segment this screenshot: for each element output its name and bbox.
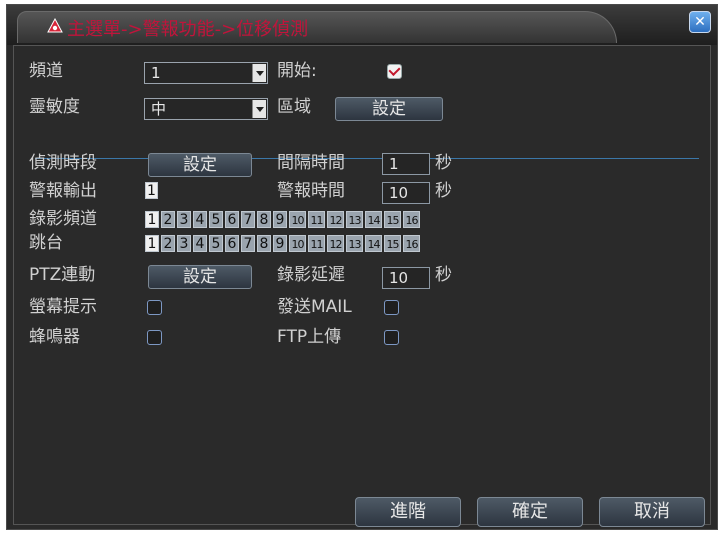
record-channel-9[interactable]: 9	[273, 211, 287, 228]
record-channel-4[interactable]: 4	[193, 211, 207, 228]
send-mail-label: 發送MAIL	[277, 297, 352, 317]
record-channel-7[interactable]: 7	[241, 211, 255, 228]
tour-channel-1[interactable]: 1	[145, 235, 159, 252]
tour-channel-10[interactable]: 10	[289, 235, 306, 252]
alarm-out-label: 警報輸出	[29, 181, 97, 201]
interval-input[interactable]: 1	[382, 153, 430, 175]
record-channel-16[interactable]: 16	[403, 211, 420, 228]
ptz-label: PTZ連動	[29, 265, 96, 285]
sensitivity-select[interactable]: 中	[144, 98, 268, 120]
alarm-time-label: 警報時間	[277, 181, 345, 201]
tour-channel-4[interactable]: 4	[193, 235, 207, 252]
record-delay-label: 錄影延遲	[277, 265, 345, 285]
channel-label: 頻道	[29, 61, 63, 81]
detect-period-setup-button[interactable]: 設定	[148, 153, 252, 177]
sensitivity-label: 靈敏度	[29, 97, 80, 117]
dialog-title: 主選單->警報功能->位移偵測	[67, 19, 309, 40]
record-channel-12[interactable]: 12	[327, 211, 344, 228]
record-channel-2[interactable]: 2	[161, 211, 175, 228]
tour-channel-13[interactable]: 13	[346, 235, 363, 252]
tour-channel-11[interactable]: 11	[308, 235, 325, 252]
tour-channel-14[interactable]: 14	[365, 235, 382, 252]
tour-channel-3[interactable]: 3	[177, 235, 191, 252]
record-channel-10[interactable]: 10	[289, 211, 306, 228]
advanced-button[interactable]: 進階	[355, 497, 461, 527]
chevron-down-icon	[252, 64, 266, 82]
alarm-time-unit: 秒	[435, 181, 452, 201]
region-setup-button[interactable]: 設定	[335, 97, 443, 121]
sensitivity-select-value: 中	[151, 100, 167, 118]
record-channel-6[interactable]: 6	[225, 211, 239, 228]
alarm-warning-icon	[47, 18, 63, 33]
record-channel-11[interactable]: 11	[308, 211, 325, 228]
channel-select[interactable]: 1	[144, 62, 268, 84]
tour-channel-7[interactable]: 7	[241, 235, 255, 252]
interval-label: 間隔時間	[277, 153, 345, 173]
record-channel-15[interactable]: 15	[384, 211, 401, 228]
record-channel-label: 錄影頻道	[29, 209, 97, 229]
interval-unit: 秒	[435, 153, 452, 173]
close-button[interactable]: ✕	[689, 11, 711, 33]
start-label: 開始:	[277, 61, 317, 81]
tour-channel-8[interactable]: 8	[257, 235, 271, 252]
record-channel-8[interactable]: 8	[257, 211, 271, 228]
alarm-time-input[interactable]: 10	[382, 182, 430, 204]
record-channel-13[interactable]: 13	[346, 211, 363, 228]
ftp-upload-label: FTP上傳	[277, 327, 342, 347]
screen-prompt-label: 螢幕提示	[29, 297, 97, 317]
motion-detect-dialog: 主選單->警報功能->位移偵測 ✕ 頻道 1 開始: 靈敏度 中 區域 設定 偵…	[6, 4, 718, 530]
detect-period-label: 偵測時段	[29, 153, 97, 173]
tour-channel-16[interactable]: 16	[403, 235, 420, 252]
ptz-setup-button[interactable]: 設定	[148, 265, 252, 289]
tour-channel-6[interactable]: 6	[225, 235, 239, 252]
tour-channel-15[interactable]: 15	[384, 235, 401, 252]
screen-prompt-checkbox[interactable]	[147, 300, 162, 315]
ftp-upload-checkbox[interactable]	[384, 330, 399, 345]
buzzer-label: 蜂鳴器	[29, 327, 80, 347]
tour-channel-2[interactable]: 2	[161, 235, 175, 252]
channel-select-value: 1	[151, 64, 161, 82]
record-channel-14[interactable]: 14	[365, 211, 382, 228]
record-delay-unit: 秒	[435, 265, 452, 285]
record-delay-input[interactable]: 10	[382, 267, 430, 289]
chevron-down-icon	[252, 100, 266, 118]
alarm-out-1[interactable]: 1	[145, 182, 158, 199]
buzzer-checkbox[interactable]	[147, 330, 162, 345]
ok-button[interactable]: 確定	[477, 497, 583, 527]
start-checkbox[interactable]	[387, 64, 402, 79]
record-channel-3[interactable]: 3	[177, 211, 191, 228]
title-bar: 主選單->警報功能->位移偵測 ✕	[7, 5, 717, 45]
record-channel-5[interactable]: 5	[209, 211, 223, 228]
tour-label: 跳台	[29, 233, 63, 253]
record-channel-1[interactable]: 1	[145, 211, 159, 228]
cancel-button[interactable]: 取消	[599, 497, 705, 527]
tour-channel-5[interactable]: 5	[209, 235, 223, 252]
separator	[35, 158, 699, 159]
tour-channel-9[interactable]: 9	[273, 235, 287, 252]
tour-channel-12[interactable]: 12	[327, 235, 344, 252]
region-label: 區域	[277, 97, 311, 117]
send-mail-checkbox[interactable]	[384, 300, 399, 315]
